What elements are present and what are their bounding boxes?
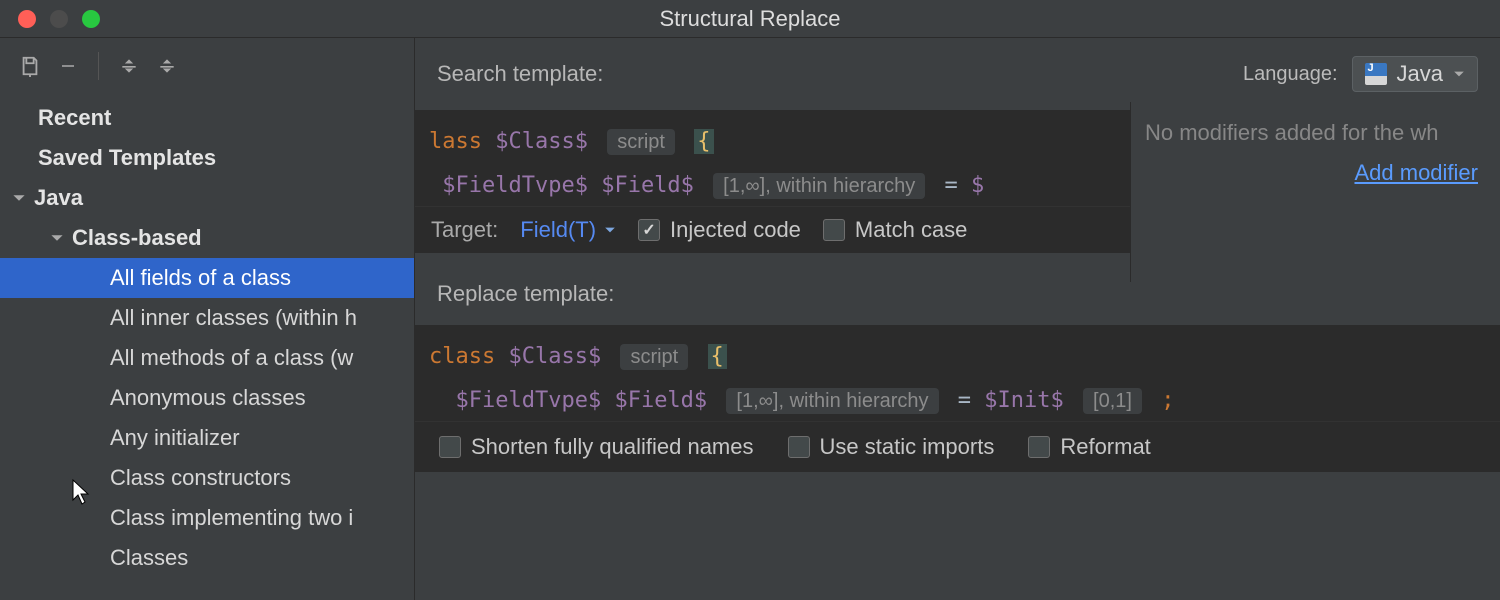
window-title: Structural Replace [0,6,1500,32]
static-imports-checkbox[interactable]: Use static imports [788,434,995,460]
save-template-icon[interactable] [16,52,44,80]
checkbox-icon [823,219,845,241]
no-modifiers-text: No modifiers added for the wh [1145,120,1500,146]
tree-item-any-init[interactable]: Any initializer [0,418,414,458]
chevron-down-icon [48,231,66,245]
match-case-checkbox[interactable]: Match case [823,217,968,243]
chevron-down-icon [10,191,28,205]
checkbox-label: Reformat [1060,434,1150,460]
checkbox-label: Shorten fully qualified names [471,434,754,460]
tree-item-anonymous[interactable]: Anonymous classes [0,378,414,418]
checkbox-label: Match case [855,217,968,243]
expand-all-icon[interactable] [115,52,143,80]
target-label: Target: [431,217,498,243]
replace-options-row: Shorten fully qualified names Use static… [415,421,1500,472]
filter-badge: [0,1] [1083,388,1142,414]
filter-badge: [1,∞], within hierarchy [713,173,925,199]
chevron-down-icon [1453,68,1465,80]
tree-item-impl-two[interactable]: Class implementing two i [0,498,414,538]
code-semicolon: ; [1161,388,1174,413]
minimize-window-icon[interactable] [50,10,68,28]
code-variable: $Class$ [495,129,588,154]
target-value: Field(T) [520,217,596,243]
java-file-icon [1365,63,1387,85]
code-operator: = [958,388,971,413]
templates-tree[interactable]: Recent Saved Templates Java Class-based … [0,94,414,600]
tree-item-all-methods[interactable]: All methods of a class (w [0,338,414,378]
code-keyword: class [429,344,495,369]
search-header: Search template: Language: Java [415,38,1500,110]
language-selector: Language: Java [1243,56,1478,92]
code-variable: $Init$ [984,388,1063,413]
shorten-names-checkbox[interactable]: Shorten fully qualified names [439,434,754,460]
filter-badge: script [607,129,675,155]
tree-group-java[interactable]: Java [0,178,414,218]
tree-item-constructors[interactable]: Class constructors [0,458,414,498]
code-operator: = [945,173,958,198]
templates-sidebar: Recent Saved Templates Java Class-based … [0,38,415,600]
filter-badge: [1,∞], within hierarchy [726,388,938,414]
editor-pane: Search template: Language: Java lass $Cl… [415,38,1500,600]
chevron-down-icon [604,224,616,236]
injected-code-checkbox[interactable]: Injected code [638,217,801,243]
checkbox-icon [788,436,810,458]
modifiers-panel: No modifiers added for the wh Add modifi… [1130,102,1500,282]
window-controls[interactable] [0,10,100,28]
filter-badge: script [620,344,688,370]
code-keyword: lass [429,129,482,154]
replace-template-editor[interactable]: class $Class$ script { $FieldTvpe$ $Fiel… [415,325,1500,421]
tree-group-saved[interactable]: Saved Templates [0,138,414,178]
target-dropdown[interactable]: Field(T) [520,217,616,243]
zoom-window-icon[interactable] [82,10,100,28]
code-variable: $Class$ [508,344,601,369]
remove-template-icon[interactable] [54,52,82,80]
code-brace: { [694,129,713,154]
close-window-icon[interactable] [18,10,36,28]
tree-item-classes[interactable]: Classes [0,538,414,578]
language-label: Language: [1243,63,1338,86]
language-value: Java [1397,61,1443,87]
code-variable: $FieldTvpe$ [442,173,588,198]
tree-item-all-fields[interactable]: All fields of a class [0,258,414,298]
add-modifier-link[interactable]: Add modifier [1145,160,1500,186]
titlebar: Structural Replace [0,0,1500,38]
search-template-label: Search template: [437,61,603,87]
checkbox-icon [439,436,461,458]
code-variable: $Field$ [614,388,707,413]
tree-group-label: Java [34,185,83,211]
code-variable: $FieldTvpe$ [456,388,602,413]
language-dropdown[interactable]: Java [1352,56,1478,92]
checkbox-label: Use static imports [820,434,995,460]
checkbox-icon [1028,436,1050,458]
reformat-checkbox[interactable]: Reformat [1028,434,1150,460]
sidebar-toolbar [0,38,414,94]
code-brace: { [708,344,727,369]
tree-item-all-inner[interactable]: All inner classes (within h [0,298,414,338]
toolbar-separator [98,52,99,80]
tree-group-recent[interactable]: Recent [0,98,414,138]
checkbox-icon [638,219,660,241]
code-variable: $ [971,173,984,198]
checkbox-label: Injected code [670,217,801,243]
code-variable: $Field$ [601,173,694,198]
tree-group-label: Class-based [72,225,202,251]
collapse-all-icon[interactable] [153,52,181,80]
tree-group-class-based[interactable]: Class-based [0,218,414,258]
